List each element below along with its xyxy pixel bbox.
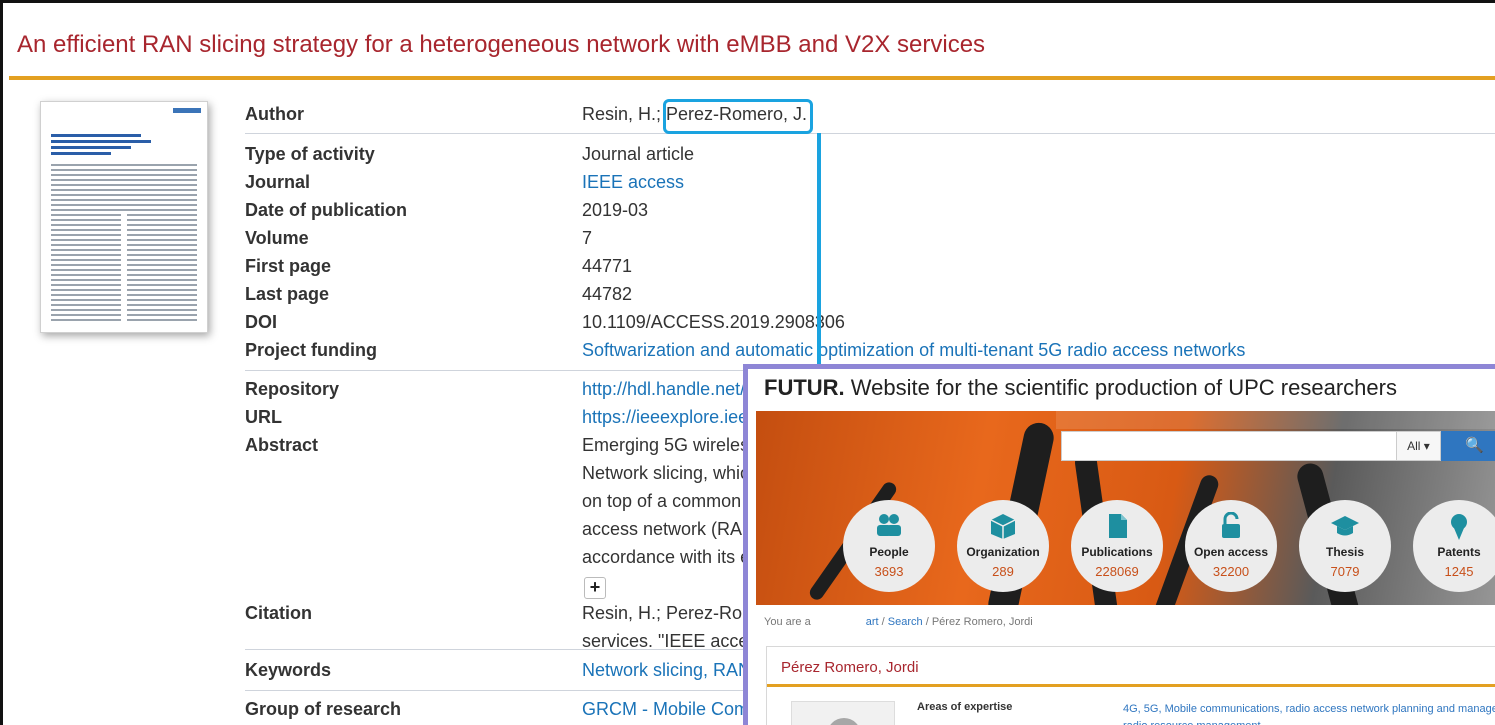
value-type-of-activity: Journal article <box>582 144 695 164</box>
value-citation-line: Resin, H.; Perez-Rom <box>582 603 758 623</box>
value-abstract-line: access network (RAN <box>582 519 756 539</box>
label-project-funding: Project funding <box>245 340 377 360</box>
label-citation: Citation <box>245 603 312 623</box>
value-abstract-line: on top of a common i <box>582 491 751 511</box>
label-journal: Journal <box>245 172 311 192</box>
value-date-of-publication: 2019-03 <box>582 200 649 220</box>
value-group-of-research-link[interactable]: GRCM - Mobile Comm <box>582 699 764 720</box>
label-doi: DOI <box>245 312 278 332</box>
futur-tagline: Website for the scientific production of… <box>850 375 1397 400</box>
stat-publications[interactable]: Publications 228069 <box>1071 500 1163 592</box>
futur-overlay-panel: FUTUR. Website for the scientific produc… <box>743 364 1495 725</box>
avatar <box>791 701 895 725</box>
stat-open-access[interactable]: Open access 32200 <box>1185 500 1277 592</box>
label-date-of-publication: Date of publication <box>245 200 407 220</box>
label-last-page: Last page <box>245 284 330 304</box>
stat-thesis[interactable]: Thesis 7079 <box>1299 500 1391 592</box>
label-volume: Volume <box>245 228 309 248</box>
avatar-placeholder-icon <box>827 718 861 725</box>
breadcrumb-current: Pérez Romero, Jordi <box>931 616 1033 628</box>
breadcrumb-search[interactable]: Search <box>888 616 923 628</box>
page-frame: An efficient RAN slicing strategy for a … <box>0 0 1495 725</box>
value-url-link[interactable]: https://ieeexplore.ieee <box>582 407 758 428</box>
futur-search-input[interactable] <box>1061 431 1401 461</box>
value-abstract-line: Network slicing, whic <box>582 463 750 483</box>
value-journal-link[interactable]: IEEE access <box>582 172 684 193</box>
stat-label: Thesis <box>1325 545 1364 559</box>
label-repository: Repository <box>245 379 340 399</box>
label-abstract: Abstract <box>245 435 319 455</box>
areas-label: Areas of expertise <box>917 701 1013 713</box>
section-divider <box>245 133 1495 134</box>
stat-label: Publications <box>1081 545 1153 559</box>
label-group-of-research: Group of research <box>245 699 402 719</box>
page-title: An efficient RAN slicing strategy for a … <box>17 31 986 58</box>
value-last-page: 44782 <box>582 284 633 304</box>
breadcrumb-prefix: You are a <box>764 616 811 628</box>
futur-header: FUTUR. Website for the scientific produc… <box>764 375 1397 401</box>
value-first-page: 44771 <box>582 256 633 276</box>
stat-organization[interactable]: Organization 289 <box>957 500 1049 592</box>
stat-label: Patents <box>1437 545 1481 559</box>
value-repository-link[interactable]: http://hdl.handle.net/2 <box>582 379 755 400</box>
areas-value[interactable]: 4G, 5G, Mobile communications, radio acc… <box>1123 701 1495 725</box>
label-keywords: Keywords <box>245 660 332 680</box>
title-underline <box>9 76 1495 80</box>
futur-search-scope[interactable]: All ▾ <box>1396 431 1441 461</box>
stat-people[interactable]: People 3693 <box>843 500 935 592</box>
person-panel: Pérez Romero, Jordi Areas of expertise 4… <box>766 646 1495 725</box>
futur-brand[interactable]: FUTUR. <box>764 375 845 400</box>
value-abstract-line: accordance with its e <box>582 547 751 567</box>
stat-count: 32200 <box>1212 564 1250 579</box>
value-abstract-line: Emerging 5G wireless <box>582 435 759 455</box>
abstract-expand-button[interactable]: + <box>584 577 606 599</box>
person-underline <box>767 684 1495 687</box>
stat-label: People <box>869 545 909 559</box>
stat-label: Open access <box>1193 545 1269 559</box>
stat-count: 1245 <box>1444 564 1474 579</box>
thumbnail-logo-bar <box>173 108 201 113</box>
futur-hero-banner: All ▾ 🔍 People 3693 Organization 289 Publica… <box>756 411 1495 605</box>
author-highlight-box <box>663 99 813 134</box>
value-doi: 10.1109/ACCESS.2019.2908306 <box>582 312 845 332</box>
label-first-page: First page <box>245 256 332 276</box>
value-project-funding-link[interactable]: Softwarization and automatic optimizatio… <box>582 340 1245 361</box>
search-icon: 🔍 <box>1465 437 1484 454</box>
value-volume: 7 <box>582 228 593 248</box>
breadcrumb-start[interactable]: art <box>866 616 879 628</box>
label-url: URL <box>245 407 282 427</box>
label-type-of-activity: Type of activity <box>245 144 375 164</box>
label-author: Author <box>245 104 304 124</box>
stat-patents[interactable]: Patents 1245 <box>1413 500 1495 592</box>
stat-count: 3693 <box>874 564 904 579</box>
stat-count: 289 <box>992 564 1014 579</box>
breadcrumb: You are a art / Search / Pérez Romero, J… <box>764 616 1033 628</box>
paper-thumbnail[interactable] <box>40 101 208 333</box>
stat-count: 7079 <box>1330 564 1360 579</box>
stat-count: 228069 <box>1095 564 1139 579</box>
stat-label: Organization <box>966 545 1040 559</box>
person-name: Pérez Romero, Jordi <box>781 659 919 676</box>
futur-search-button[interactable]: 🔍 <box>1441 431 1495 461</box>
value-keywords-link[interactable]: Network slicing, RAN <box>582 660 751 681</box>
